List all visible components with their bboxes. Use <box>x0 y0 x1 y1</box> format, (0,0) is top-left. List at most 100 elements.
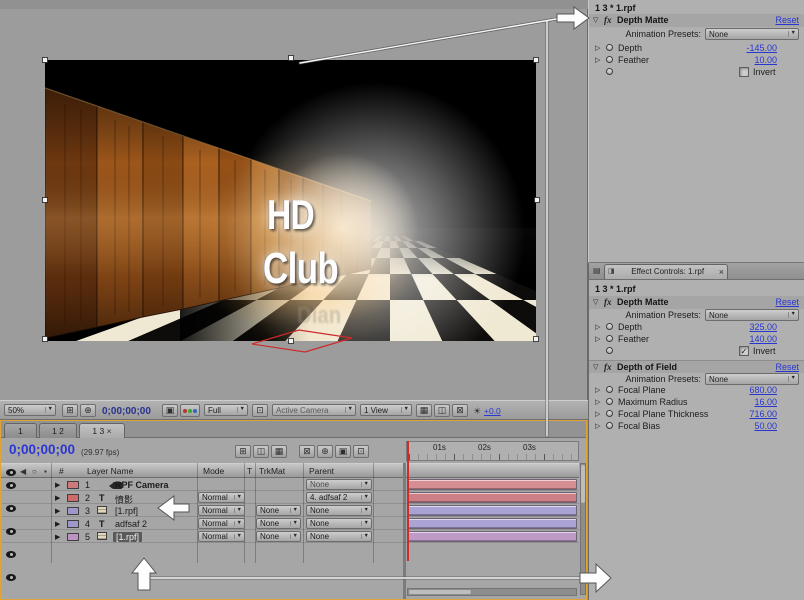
layer-twirl-icon[interactable]: ▶ <box>55 508 60 515</box>
motion-blur-button[interactable]: ⊕ <box>317 445 333 458</box>
effect-name[interactable]: Depth of Field <box>617 362 677 372</box>
stopwatch-icon[interactable] <box>606 323 613 330</box>
stopwatch-icon[interactable] <box>606 44 613 51</box>
stopwatch-icon[interactable] <box>606 56 613 63</box>
fast-preview-button[interactable]: ◫ <box>434 404 450 417</box>
layer-duration-bar[interactable] <box>407 518 577 529</box>
layer-name[interactable]: adfsaf 2 <box>115 519 147 529</box>
param-value[interactable]: 16.00 <box>754 397 777 407</box>
blend-mode-dropdown[interactable]: Normal▼ <box>198 518 245 529</box>
animation-presets-dropdown[interactable]: None▼ <box>705 309 799 321</box>
invert-checkbox[interactable] <box>739 67 749 77</box>
grid-button[interactable]: ⊞ <box>62 404 78 417</box>
tab-comp-1[interactable]: 1 <box>4 423 37 438</box>
twirl-closed-icon[interactable]: ▷ <box>595 57 600 64</box>
layer-name-header[interactable]: Layer Name <box>87 466 133 476</box>
parent-dropdown[interactable]: None▼ <box>306 505 372 516</box>
param-value[interactable]: 680.00 <box>749 385 777 395</box>
effect-name[interactable]: Depth Matte <box>617 297 669 307</box>
stopwatch-icon[interactable] <box>606 410 613 417</box>
parent-dropdown[interactable]: None▼ <box>306 531 372 542</box>
parent-dropdown[interactable]: None▼ <box>306 479 372 490</box>
invert-checkbox[interactable]: ✓ <box>739 346 749 356</box>
twirl-closed-icon[interactable]: ▷ <box>595 45 600 52</box>
reset-link[interactable]: Reset <box>775 362 799 372</box>
trkmat-dropdown[interactable]: None▼ <box>256 518 301 529</box>
layer-twirl-icon[interactable]: ▶ <box>55 482 60 489</box>
label-color-chip[interactable] <box>67 533 79 541</box>
draft-3d-button[interactable]: ◫ <box>253 445 269 458</box>
layer-duration-bar[interactable] <box>407 531 577 542</box>
parent-header[interactable]: Parent <box>309 466 334 476</box>
eye-icon[interactable] <box>6 574 16 581</box>
panel-icon[interactable]: ▤ <box>593 266 601 275</box>
label-color-chip[interactable] <box>67 481 79 489</box>
mask-visibility-button[interactable]: ⊕ <box>80 404 96 417</box>
twirl-closed-icon[interactable]: ▷ <box>595 399 600 406</box>
twirl-open-icon[interactable]: ▽ <box>593 17 598 24</box>
timeline-timecode[interactable]: 0;00;00;00 <box>9 442 75 457</box>
stopwatch-icon[interactable] <box>606 398 613 405</box>
shy-layers-button[interactable]: ▦ <box>271 445 287 458</box>
view-layout-dropdown[interactable]: 1 View▼ <box>360 404 412 416</box>
param-value[interactable]: 140.00 <box>749 334 777 344</box>
snapshot-button[interactable]: ▣ <box>162 404 178 417</box>
vertical-scrollbar-thumb[interactable] <box>581 465 585 503</box>
timeline-link-button[interactable]: ⊠ <box>452 404 468 417</box>
horizontal-scrollbar-thumb[interactable] <box>409 590 471 594</box>
twirl-open-icon[interactable]: ▽ <box>593 364 598 371</box>
region-of-interest-button[interactable]: ⊡ <box>252 404 268 417</box>
eye-icon[interactable] <box>6 482 16 489</box>
twirl-closed-icon[interactable]: ▷ <box>595 423 600 430</box>
stopwatch-icon[interactable] <box>606 386 613 393</box>
blend-mode-dropdown[interactable]: Normal▼ <box>198 505 245 516</box>
label-color-chip[interactable] <box>67 520 79 528</box>
effect-name[interactable]: Depth Matte <box>617 15 669 25</box>
tab-comp-1-3[interactable]: 1 3 × <box>79 423 125 438</box>
stopwatch-icon[interactable] <box>606 68 613 75</box>
param-value[interactable]: 10.00 <box>754 55 777 65</box>
twirl-closed-icon[interactable]: ▷ <box>595 411 600 418</box>
auto-keyframe-button[interactable]: ⊡ <box>353 445 369 458</box>
layer-twirl-icon[interactable]: ▶ <box>55 534 60 541</box>
trkmat-dropdown[interactable]: None▼ <box>256 505 301 516</box>
frame-blend-button[interactable]: ⊠ <box>299 445 315 458</box>
reset-link[interactable]: Reset <box>775 297 799 307</box>
blend-mode-dropdown[interactable]: Normal▼ <box>198 531 245 542</box>
eye-icon[interactable] <box>6 551 16 558</box>
resolution-dropdown[interactable]: Full▼ <box>204 404 248 416</box>
parent-dropdown[interactable]: None▼ <box>306 518 372 529</box>
tab-comp-1-2[interactable]: 1 2 <box>39 423 77 438</box>
horizontal-scrollbar[interactable] <box>407 588 577 596</box>
composition-image[interactable]: Dian HD Club <box>45 60 536 341</box>
current-time-indicator[interactable] <box>407 441 409 561</box>
camera-view-dropdown[interactable]: Active Camera▼ <box>272 404 356 416</box>
stopwatch-icon[interactable] <box>606 422 613 429</box>
time-ruler[interactable]: 01s 02s 03s <box>406 441 579 461</box>
tab-close-icon[interactable]: × <box>719 265 724 279</box>
eye-icon[interactable] <box>6 528 16 535</box>
show-channel-button[interactable] <box>180 404 200 417</box>
tab-effect-controls[interactable]: ◨ Effect Controls: 1.rpf × <box>604 264 728 279</box>
blend-mode-dropdown[interactable]: Normal▼ <box>198 492 245 503</box>
layer-duration-bar[interactable] <box>407 492 577 503</box>
param-value[interactable]: 716.00 <box>749 409 777 419</box>
layer-name[interactable]: [1.rpf] <box>115 506 138 516</box>
layer-name[interactable]: RPF Camera <box>115 480 169 490</box>
tab-close-icon[interactable]: × <box>107 426 112 436</box>
layer-name[interactable]: 憤影 <box>115 493 133 506</box>
layer-twirl-icon[interactable]: ▶ <box>55 521 60 528</box>
layer-duration-bar[interactable] <box>407 505 577 516</box>
animation-presets-dropdown[interactable]: None▼ <box>705 28 799 40</box>
trkmat-header[interactable]: TrkMat <box>259 466 285 476</box>
label-color-chip[interactable] <box>67 507 79 515</box>
layer-name[interactable]: [1.rpf] <box>113 532 142 542</box>
twirl-open-icon[interactable]: ▽ <box>593 299 598 306</box>
viewer-timecode[interactable]: 0;00;00;00 <box>102 406 151 417</box>
param-value[interactable]: 325.00 <box>749 322 777 332</box>
trkmat-dropdown[interactable]: None▼ <box>256 531 301 542</box>
eye-icon[interactable] <box>6 505 16 512</box>
parent-dropdown[interactable]: 4. adfsaf 2▼ <box>306 492 372 503</box>
twirl-closed-icon[interactable]: ▷ <box>595 324 600 331</box>
animation-presets-dropdown[interactable]: None▼ <box>705 373 799 385</box>
